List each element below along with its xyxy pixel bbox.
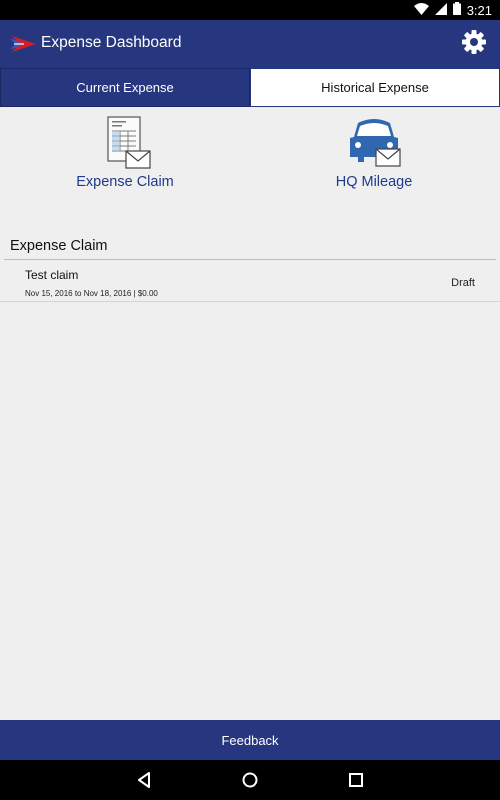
status-icons: 3:21 bbox=[413, 2, 492, 18]
tab-historical-expense[interactable]: Historical Expense bbox=[250, 68, 500, 107]
settings-button[interactable] bbox=[460, 29, 488, 60]
navigation-bar bbox=[0, 760, 500, 800]
home-icon[interactable] bbox=[240, 770, 260, 790]
signal-icon bbox=[434, 2, 447, 18]
document-mail-icon bbox=[95, 115, 155, 171]
status-time: 3:21 bbox=[466, 2, 492, 18]
claim-subtitle: Nov 15, 2016 to Nov 18, 2016 | $0.00 bbox=[25, 289, 158, 298]
wifi-icon bbox=[413, 2, 429, 18]
section-title: Expense Claim bbox=[10, 238, 108, 254]
list-divider bbox=[0, 301, 500, 302]
expense-claim-tile[interactable]: Expense Claim bbox=[45, 115, 205, 195]
status-bar: 3:21 bbox=[0, 0, 500, 20]
tab-current-expense[interactable]: Current Expense bbox=[0, 68, 250, 107]
hq-mileage-label: HQ Mileage bbox=[335, 174, 413, 190]
expense-claim-label: Expense Claim bbox=[76, 174, 174, 190]
recents-icon[interactable] bbox=[346, 770, 366, 790]
gear-icon bbox=[461, 29, 487, 60]
tab-bar: Current Expense Historical Expense bbox=[0, 68, 500, 107]
feedback-label: Feedback bbox=[221, 732, 279, 748]
app-title: Expense Dashboard bbox=[41, 34, 182, 51]
battery-icon bbox=[452, 2, 461, 18]
claim-status: Draft bbox=[451, 277, 475, 289]
back-icon[interactable] bbox=[135, 770, 155, 790]
claim-title: Test claim bbox=[25, 268, 79, 282]
arrow-logo bbox=[10, 32, 38, 56]
hq-mileage-tile[interactable]: HQ Mileage bbox=[294, 115, 454, 195]
list-item[interactable]: Test claim Nov 15, 2016 to Nov 18, 2016 … bbox=[0, 261, 500, 301]
car-mail-icon bbox=[344, 115, 404, 171]
feedback-button[interactable]: Feedback bbox=[0, 720, 500, 760]
app-bar: Expense Dashboard bbox=[0, 20, 500, 68]
section-divider bbox=[4, 259, 496, 260]
